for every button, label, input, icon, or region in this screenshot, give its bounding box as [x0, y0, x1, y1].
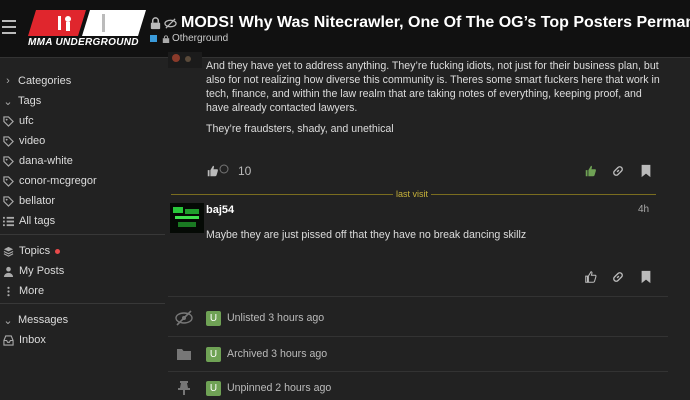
- category-badge[interactable]: Otherground: [150, 33, 228, 44]
- small-action-unpinned: U Unpinned 2 hours ago: [168, 377, 668, 399]
- sidebar-item-all-tags[interactable]: All tags: [0, 211, 55, 231]
- tag-icon: [2, 155, 14, 167]
- sidebar-section-label: Tags: [18, 95, 42, 107]
- avatar[interactable]: U: [206, 310, 221, 326]
- sidebar-item-label: dana-white: [19, 155, 73, 167]
- hamburger-menu-icon[interactable]: [2, 20, 16, 34]
- topic-stream: And they have yet to address anything. T…: [168, 52, 690, 400]
- sidebar-divider: [0, 234, 165, 235]
- sidebar-section-label: Categories: [18, 75, 72, 87]
- sidebar-item-label: My Posts: [19, 265, 65, 277]
- avatar[interactable]: U: [206, 380, 221, 396]
- chevron-down-icon: ⌄: [3, 95, 13, 108]
- sidebar-item-label: conor-mcgregor: [19, 175, 97, 187]
- small-action-text: Unpinned 2 hours ago: [227, 382, 332, 394]
- avatar[interactable]: U: [206, 346, 221, 362]
- post-body-paragraph: And they have yet to address anything. T…: [206, 60, 660, 114]
- sidebar-item-label: Topics: [19, 245, 51, 257]
- small-action-archived: U Archived 3 hours ago: [168, 343, 668, 365]
- sidebar-divider: [0, 303, 165, 304]
- post-body-paragraph: Maybe they are just pissed off that they…: [206, 229, 527, 241]
- layers-icon: [2, 245, 14, 257]
- eye-slash-icon: [175, 309, 193, 327]
- link-icon[interactable]: [611, 270, 625, 284]
- bookmark-icon[interactable]: [639, 270, 653, 284]
- sidebar-item-label: bellator: [19, 195, 56, 207]
- sidebar-item-tag-video[interactable]: video: [0, 131, 45, 151]
- chevron-down-icon: ⌄: [3, 314, 13, 327]
- sidebar-item-more[interactable]: More: [0, 281, 44, 301]
- category-color-square: [150, 35, 157, 42]
- sidebar-section-label: Messages: [18, 314, 69, 326]
- site-header: MMA UNDERGROUND MODS! Why Was Nitecrawle…: [0, 0, 690, 58]
- sidebar-item-my-posts[interactable]: My Posts: [0, 261, 64, 281]
- sidebar-item-label: More: [19, 285, 45, 297]
- liked-thumbs-up-icon[interactable]: [584, 164, 598, 178]
- post-divider: [168, 296, 668, 297]
- username[interactable]: baj54: [206, 204, 234, 216]
- tag-icon: [2, 115, 14, 127]
- topic-title-row: MODS! Why Was Nitecrawler, One Of The OG…: [149, 13, 690, 33]
- sidebar-item-tag-dana-white[interactable]: dana-white: [0, 151, 73, 171]
- avatar[interactable]: [170, 203, 204, 233]
- small-action-text: Archived 3 hours ago: [227, 348, 328, 360]
- more-vertical-icon: [2, 285, 14, 297]
- eye-slash-icon: [164, 17, 177, 29]
- folder-icon: [175, 345, 193, 363]
- tag-icon: [2, 135, 14, 147]
- tag-icon: [2, 195, 14, 207]
- sidebar-section-tags[interactable]: ⌄ Tags: [0, 91, 41, 111]
- user-icon: [2, 265, 14, 277]
- topic-title[interactable]: MODS! Why Was Nitecrawler, One Of The OG…: [181, 14, 690, 32]
- sidebar-item-label: ufc: [19, 115, 34, 127]
- link-icon[interactable]: [611, 164, 625, 178]
- sidebar-item-label: video: [19, 135, 46, 147]
- last-visit-label: last visit: [393, 189, 432, 199]
- sidebar-item-tag-ufc[interactable]: ufc: [0, 111, 34, 131]
- chevron-right-icon: ›: [6, 75, 10, 87]
- bookmark-icon[interactable]: [639, 164, 653, 178]
- like-icon[interactable]: [584, 270, 598, 284]
- inbox-icon: [2, 334, 14, 346]
- unread-indicator: [55, 248, 61, 254]
- list-icon: [2, 215, 14, 227]
- avatar[interactable]: [168, 52, 202, 68]
- lock-icon: [150, 16, 161, 29]
- sidebar-item-label: All tags: [19, 215, 56, 227]
- small-action-unlisted: U Unlisted 3 hours ago: [168, 307, 668, 329]
- post-date[interactable]: 4h: [638, 204, 649, 215]
- reactions-icon[interactable]: [206, 164, 220, 178]
- logo-wordmark: MMA UNDERGROUND: [28, 37, 139, 48]
- post-divider: [168, 371, 668, 372]
- lock-icon: [162, 34, 170, 43]
- post-divider: [168, 336, 668, 337]
- like-count[interactable]: 10: [238, 164, 251, 178]
- smile-icon: [219, 164, 229, 174]
- sidebar-item-inbox[interactable]: Inbox: [0, 330, 46, 350]
- small-action-text: Unlisted 3 hours ago: [227, 312, 325, 324]
- sidebar-item-label: Inbox: [19, 334, 46, 346]
- sidebar-section-messages[interactable]: ⌄ Messages: [0, 310, 68, 330]
- tag-icon: [2, 175, 14, 187]
- sidebar-item-tag-bellator[interactable]: bellator: [0, 191, 55, 211]
- sidebar-item-tag-conor-mcgregor[interactable]: conor-mcgregor: [0, 171, 97, 191]
- sidebar: › Categories ⌄ Tags ufc video dana-white…: [0, 58, 168, 400]
- sidebar-section-categories[interactable]: › Categories: [0, 71, 71, 91]
- thumbtack-icon: [175, 379, 193, 397]
- post-body-paragraph: They’re fraudsters, shady, and unethical: [206, 123, 394, 135]
- sidebar-item-topics[interactable]: Topics: [0, 241, 61, 261]
- category-name: Otherground: [172, 33, 229, 44]
